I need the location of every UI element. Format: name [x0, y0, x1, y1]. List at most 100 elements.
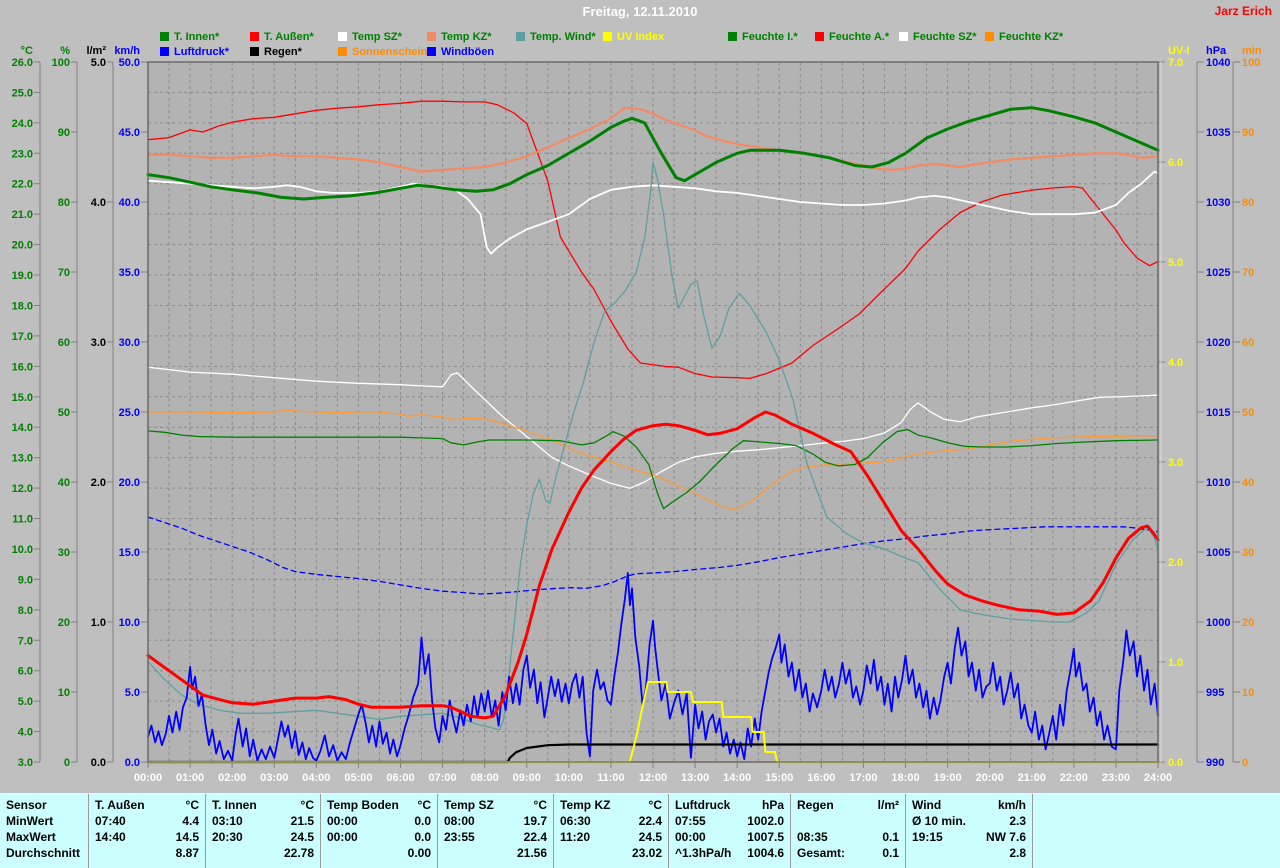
column-unit: °C	[301, 797, 314, 813]
svg-text:80: 80	[58, 197, 70, 209]
svg-text:26.0: 26.0	[12, 57, 33, 69]
axis-header-hum: %	[60, 45, 70, 57]
legend-label: Regen*	[264, 46, 302, 58]
avg-value: 2.8	[1009, 845, 1026, 861]
x-tick-label: 20:00	[976, 772, 1004, 784]
legend-swatch	[985, 32, 994, 41]
legend-swatch	[815, 32, 824, 41]
avg-value: 0.1	[882, 845, 899, 861]
svg-text:40.0: 40.0	[119, 197, 140, 209]
svg-text:24.0: 24.0	[12, 118, 33, 130]
title-bar: Freitag, 12.11.2010 Jarz Erich	[0, 0, 1280, 24]
svg-text:90: 90	[58, 127, 70, 139]
legend-swatch	[160, 47, 169, 56]
legend-swatch	[250, 32, 259, 41]
legend-item-1-0: T. Innen*	[160, 31, 219, 43]
svg-text:13.0: 13.0	[12, 453, 33, 465]
svg-text:3.0: 3.0	[1168, 457, 1183, 469]
axis-header-rain: l/m²	[86, 45, 106, 57]
avg-value: 22.78	[284, 845, 314, 861]
legend-item-1-6: Feuchte I.*	[728, 31, 798, 43]
svg-text:1030: 1030	[1206, 197, 1230, 209]
legend-swatch	[427, 47, 436, 56]
table-column-wind: Windkm/hØ 10 min.2.319:15NW 7.62.8	[905, 794, 1032, 868]
column-name: T. Innen	[212, 797, 257, 813]
svg-text:20: 20	[58, 617, 70, 629]
svg-text:1000: 1000	[1206, 617, 1230, 629]
max-value: 1007.5	[747, 829, 784, 845]
svg-text:5.0: 5.0	[125, 687, 140, 699]
x-tick-label: 22:00	[1060, 772, 1088, 784]
legend-item-1-2: Temp SZ*	[338, 31, 402, 43]
svg-text:4.0: 4.0	[91, 197, 106, 209]
svg-text:4.0: 4.0	[1168, 357, 1183, 369]
table-column-temp-kz: Temp KZ°C06:3022.411:2024.523.02	[553, 794, 668, 868]
legend-item-1-9: Feuchte KZ*	[985, 31, 1063, 43]
svg-text:50: 50	[1242, 407, 1254, 419]
svg-text:25.0: 25.0	[119, 407, 140, 419]
svg-text:11.0: 11.0	[12, 514, 33, 526]
legend-swatch	[338, 32, 347, 41]
legend-label: Feuchte SZ*	[913, 31, 977, 43]
avg-value: 0.00	[408, 845, 431, 861]
legend-label: Feuchte I.*	[742, 31, 798, 43]
min-time: 06:30	[560, 813, 591, 829]
avg-value: 23.02	[632, 845, 662, 861]
svg-text:40: 40	[58, 477, 70, 489]
max-value: 22.4	[524, 829, 547, 845]
svg-text:17.0: 17.0	[12, 331, 33, 343]
x-tick-label: 12:00	[639, 772, 667, 784]
svg-text:3.0: 3.0	[18, 757, 33, 769]
max-time: 08:35	[797, 829, 828, 845]
svg-text:0.0: 0.0	[1168, 757, 1183, 769]
legend-swatch	[338, 47, 347, 56]
page-title: Freitag, 12.11.2010	[0, 4, 1280, 19]
column-unit: °C	[649, 797, 662, 813]
svg-text:8.0: 8.0	[18, 605, 33, 617]
svg-text:30: 30	[58, 547, 70, 559]
legend-swatch	[899, 32, 908, 41]
x-tick-label: 24:00	[1144, 772, 1172, 784]
x-tick-label: 06:00	[386, 772, 414, 784]
x-tick-label: 19:00	[934, 772, 962, 784]
svg-text:15.0: 15.0	[12, 392, 33, 404]
table-column-luftdruck: LuftdruckhPa07:551002.000:001007.5^1.3hP…	[668, 794, 790, 868]
svg-text:20.0: 20.0	[12, 240, 33, 252]
legend-label: T. Außen*	[264, 31, 314, 43]
svg-text:3.0: 3.0	[91, 337, 106, 349]
svg-text:10.0: 10.0	[119, 617, 140, 629]
max-value: 0.0	[414, 829, 431, 845]
axis-header-temp: °C	[21, 45, 33, 57]
svg-text:995: 995	[1206, 687, 1224, 699]
table-column-temp-boden: Temp Boden°C00:000.000:000.00.00	[320, 794, 437, 868]
row-label: Sensor	[6, 797, 47, 813]
svg-text:16.0: 16.0	[12, 361, 33, 373]
svg-text:21.0: 21.0	[12, 209, 33, 221]
avg-value: 8.87	[176, 845, 199, 861]
x-tick-label: 08:00	[471, 772, 499, 784]
svg-text:5.0: 5.0	[91, 57, 106, 69]
x-tick-label: 23:00	[1102, 772, 1130, 784]
legend-swatch	[603, 32, 612, 41]
svg-text:7.0: 7.0	[1168, 57, 1183, 69]
table-column-t-innen: T. Innen°C03:1021.520:3024.522.78	[205, 794, 320, 868]
svg-text:2.0: 2.0	[91, 477, 106, 489]
svg-text:6.0: 6.0	[18, 666, 33, 678]
min-time: 07:40	[95, 813, 126, 829]
svg-text:9.0: 9.0	[18, 574, 33, 586]
min-value: 21.5	[291, 813, 314, 829]
row-label: MaxWert	[6, 829, 56, 845]
svg-text:0.0: 0.0	[125, 757, 140, 769]
max-value: 14.5	[176, 829, 199, 845]
table-column-t-au-en: T. Außen°C07:404.414:4014.58.87	[88, 794, 205, 868]
legend-swatch	[250, 47, 259, 56]
min-value: 19.7	[524, 813, 547, 829]
svg-text:12.0: 12.0	[12, 483, 33, 495]
x-tick-label: 01:00	[176, 772, 204, 784]
axis-wind	[141, 62, 148, 762]
max-value: 24.5	[639, 829, 662, 845]
axis-header-uv: UV-I	[1168, 45, 1189, 57]
legend-label: Luftdruck*	[174, 46, 229, 58]
legend-label: Feuchte A.*	[829, 31, 889, 43]
legend-item-1-1: T. Außen*	[250, 31, 314, 43]
